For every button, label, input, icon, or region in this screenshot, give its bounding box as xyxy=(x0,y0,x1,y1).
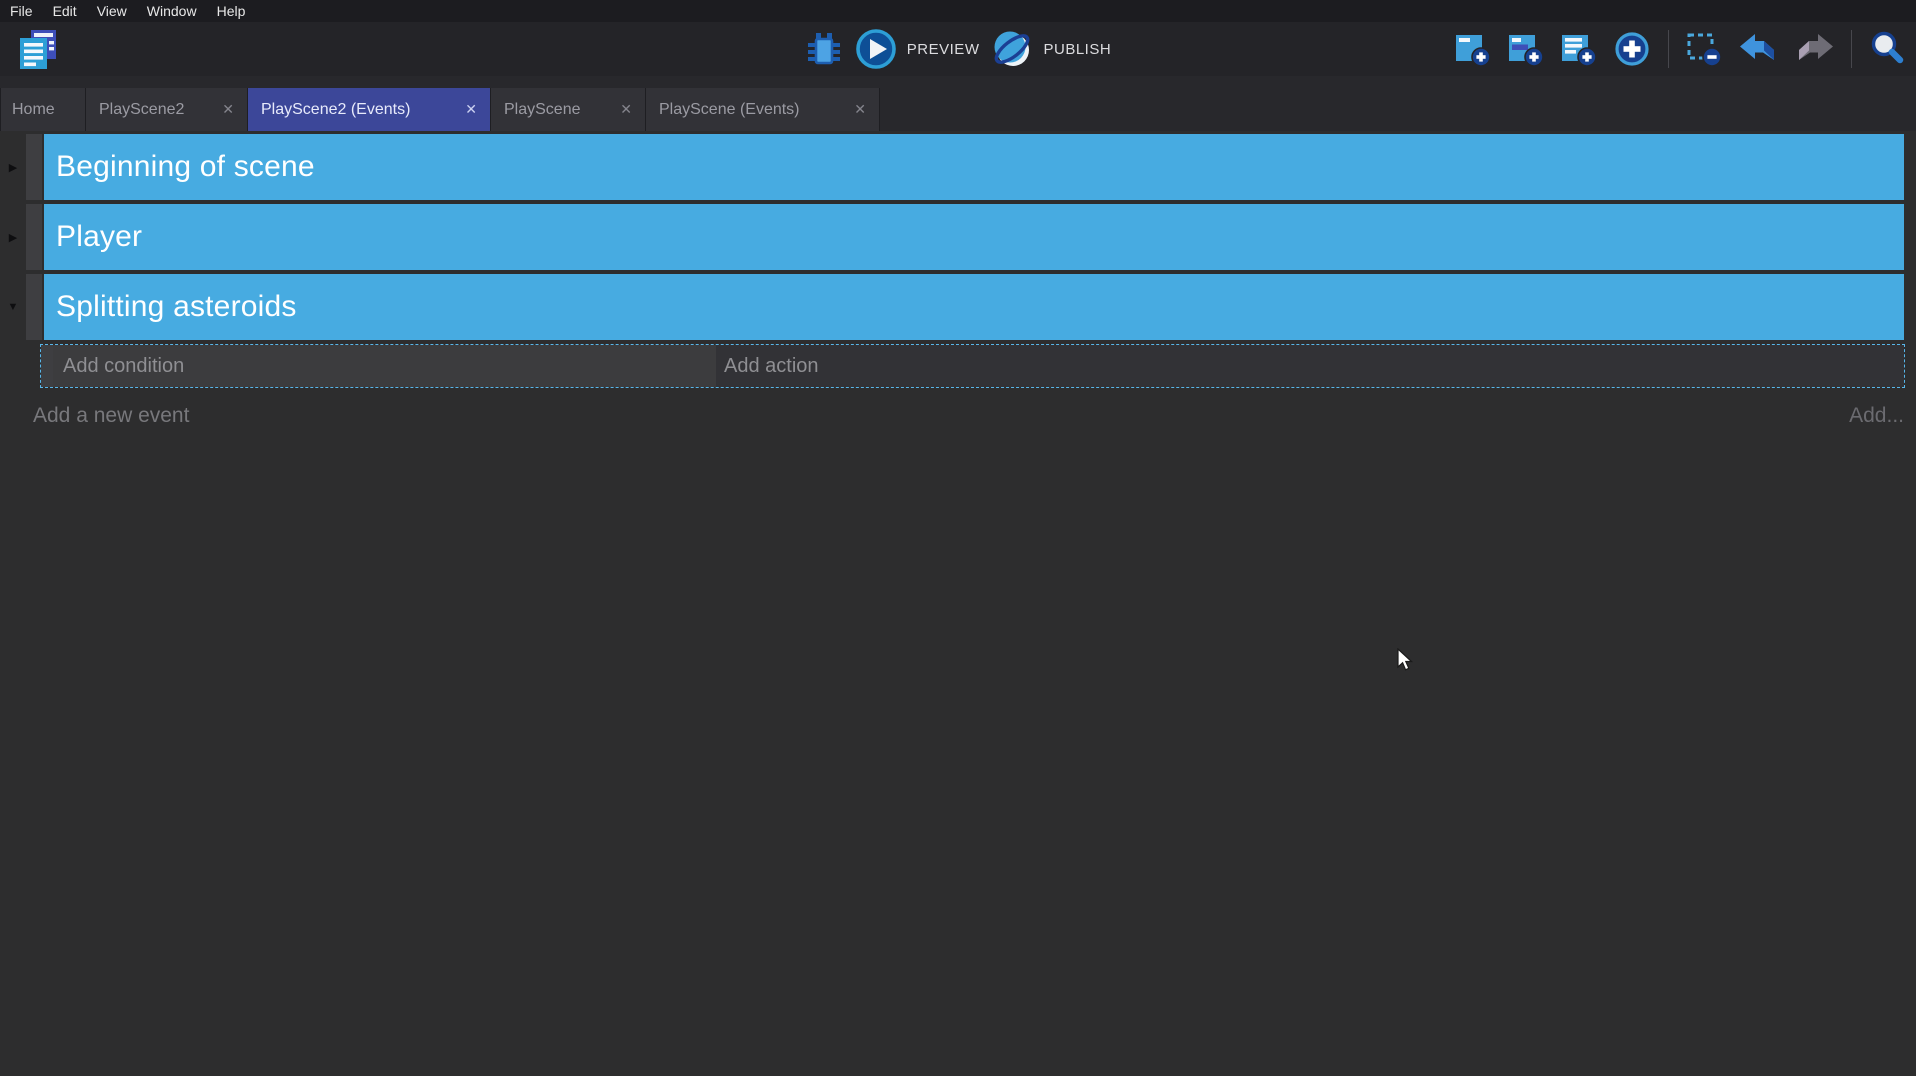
tab-label: PlayScene2 (Events) xyxy=(261,101,410,119)
add-event-icon xyxy=(1453,29,1493,69)
add-condition-label: Add condition xyxy=(63,355,184,378)
add-new-event-button[interactable]: Add a new event xyxy=(33,404,189,428)
event-drag-handle[interactable] xyxy=(26,134,42,200)
debugger-bug-icon xyxy=(805,31,843,67)
add-more-button[interactable]: Add... xyxy=(1849,404,1904,428)
publish-label: PUBLISH xyxy=(1043,41,1111,58)
event-group-header[interactable]: Beginning of scene xyxy=(44,134,1904,200)
preview-play-icon xyxy=(855,28,897,70)
event-group-row: ▶ Beginning of scene xyxy=(0,134,1904,200)
event-group-header[interactable]: Player xyxy=(44,204,1904,270)
add-subevent-button[interactable] xyxy=(1506,29,1546,69)
event-group-title: Beginning of scene xyxy=(56,150,315,184)
event-group-row: ▶ Player xyxy=(0,204,1904,270)
menu-bar: File Edit View Window Help xyxy=(0,0,1916,22)
preview-label: PREVIEW xyxy=(907,41,980,58)
add-subevent-icon xyxy=(1506,29,1546,69)
collapse-arrow-icon[interactable]: ▶ xyxy=(4,204,22,270)
tab-close-icon[interactable]: ✕ xyxy=(854,101,866,118)
tab-playscene2[interactable]: PlayScene2 ✕ xyxy=(86,88,248,131)
tab-close-icon[interactable]: ✕ xyxy=(465,101,477,118)
publish-globe-icon xyxy=(991,28,1033,70)
tab-label: PlayScene2 xyxy=(99,101,184,119)
add-circle-icon xyxy=(1612,29,1652,69)
search-icon xyxy=(1868,29,1908,69)
collapse-arrow-icon[interactable]: ▶ xyxy=(4,134,22,200)
tab-close-icon[interactable]: ✕ xyxy=(620,101,632,118)
delete-selection-button[interactable] xyxy=(1685,29,1725,69)
add-event-row: Add a new event Add... xyxy=(0,396,1904,436)
tab-playscene2-events[interactable]: PlayScene2 (Events) ✕ xyxy=(248,88,491,131)
toolbar-divider xyxy=(1668,30,1669,68)
delete-selection-icon xyxy=(1685,29,1725,69)
publish-button[interactable]: PUBLISH xyxy=(991,28,1111,70)
event-group-header[interactable]: Splitting asteroids xyxy=(44,274,1904,340)
event-group-title: Player xyxy=(56,220,142,254)
tab-label: PlayScene (Events) xyxy=(659,101,800,119)
tab-home[interactable]: Home xyxy=(0,88,86,131)
debugger-button[interactable] xyxy=(805,31,843,67)
add-action-area[interactable]: Add action xyxy=(716,345,1904,387)
add-comment-icon xyxy=(1559,29,1599,69)
event-drag-handle[interactable] xyxy=(26,204,42,270)
menu-edit[interactable]: Edit xyxy=(43,0,87,22)
tab-playscene[interactable]: PlayScene ✕ xyxy=(491,88,646,131)
undo-button[interactable] xyxy=(1738,31,1780,67)
tab-label: PlayScene xyxy=(504,101,581,119)
menu-window[interactable]: Window xyxy=(137,0,207,22)
choose-add-event-button[interactable] xyxy=(1612,29,1652,69)
tab-playscene-events[interactable]: PlayScene (Events) ✕ xyxy=(646,88,880,131)
add-condition-area[interactable]: Add condition xyxy=(53,345,716,387)
menu-file[interactable]: File xyxy=(0,0,43,22)
toolbar-divider xyxy=(1851,30,1852,68)
selected-event-body: Add condition Add action xyxy=(40,344,1905,388)
main-toolbar: PREVIEW PUBLISH xyxy=(0,22,1916,76)
sub-event-drag-handle[interactable] xyxy=(41,345,53,387)
undo-icon xyxy=(1738,31,1780,67)
events-sheet: ▶ Beginning of scene ▶ Player ▼ Splittin… xyxy=(0,131,1916,1076)
redo-icon xyxy=(1793,31,1835,67)
search-events-button[interactable] xyxy=(1868,29,1908,69)
add-action-label: Add action xyxy=(724,355,819,378)
event-drag-handle[interactable] xyxy=(26,274,42,340)
add-event-button[interactable] xyxy=(1453,29,1493,69)
tab-bar: Home PlayScene2 ✕ PlayScene2 (Events) ✕ … xyxy=(0,76,1916,131)
menu-view[interactable]: View xyxy=(87,0,137,22)
event-group-row: ▼ Splitting asteroids xyxy=(0,274,1904,340)
redo-button[interactable] xyxy=(1793,31,1835,67)
add-comment-button[interactable] xyxy=(1559,29,1599,69)
preview-button[interactable]: PREVIEW xyxy=(855,28,980,70)
tab-close-icon[interactable]: ✕ xyxy=(222,101,234,118)
expand-arrow-icon[interactable]: ▼ xyxy=(4,274,22,340)
tab-label: Home xyxy=(12,101,55,119)
menu-help[interactable]: Help xyxy=(207,0,256,22)
event-group-title: Splitting asteroids xyxy=(56,290,297,324)
